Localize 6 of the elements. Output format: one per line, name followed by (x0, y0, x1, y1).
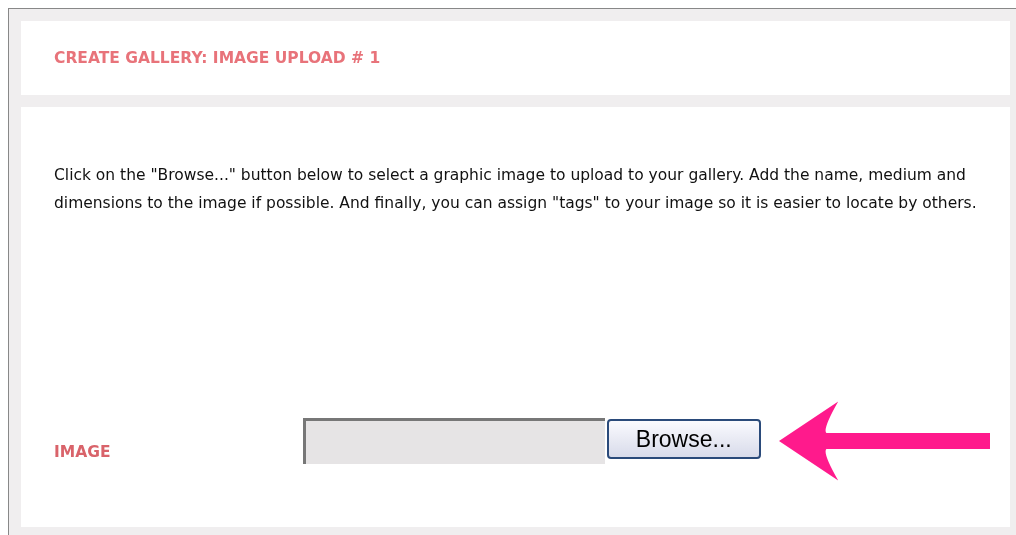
instructions-text: Click on the "Browse..." button below to select a graphic image to upload to your gallery. Add the name, medium and dimensions to the image if possible. And finally, you can assign "tags" to your image so it is easier to locate by others. (54, 165, 978, 214)
file-path-field[interactable] (302, 418, 605, 464)
browse-button[interactable]: Browse... (606, 419, 761, 459)
field-label: IMAGE (54, 443, 112, 461)
page-title: CREATE GALLERY: IMAGE UPLOAD # 1 (54, 49, 381, 67)
arrow-icon (778, 399, 990, 483)
